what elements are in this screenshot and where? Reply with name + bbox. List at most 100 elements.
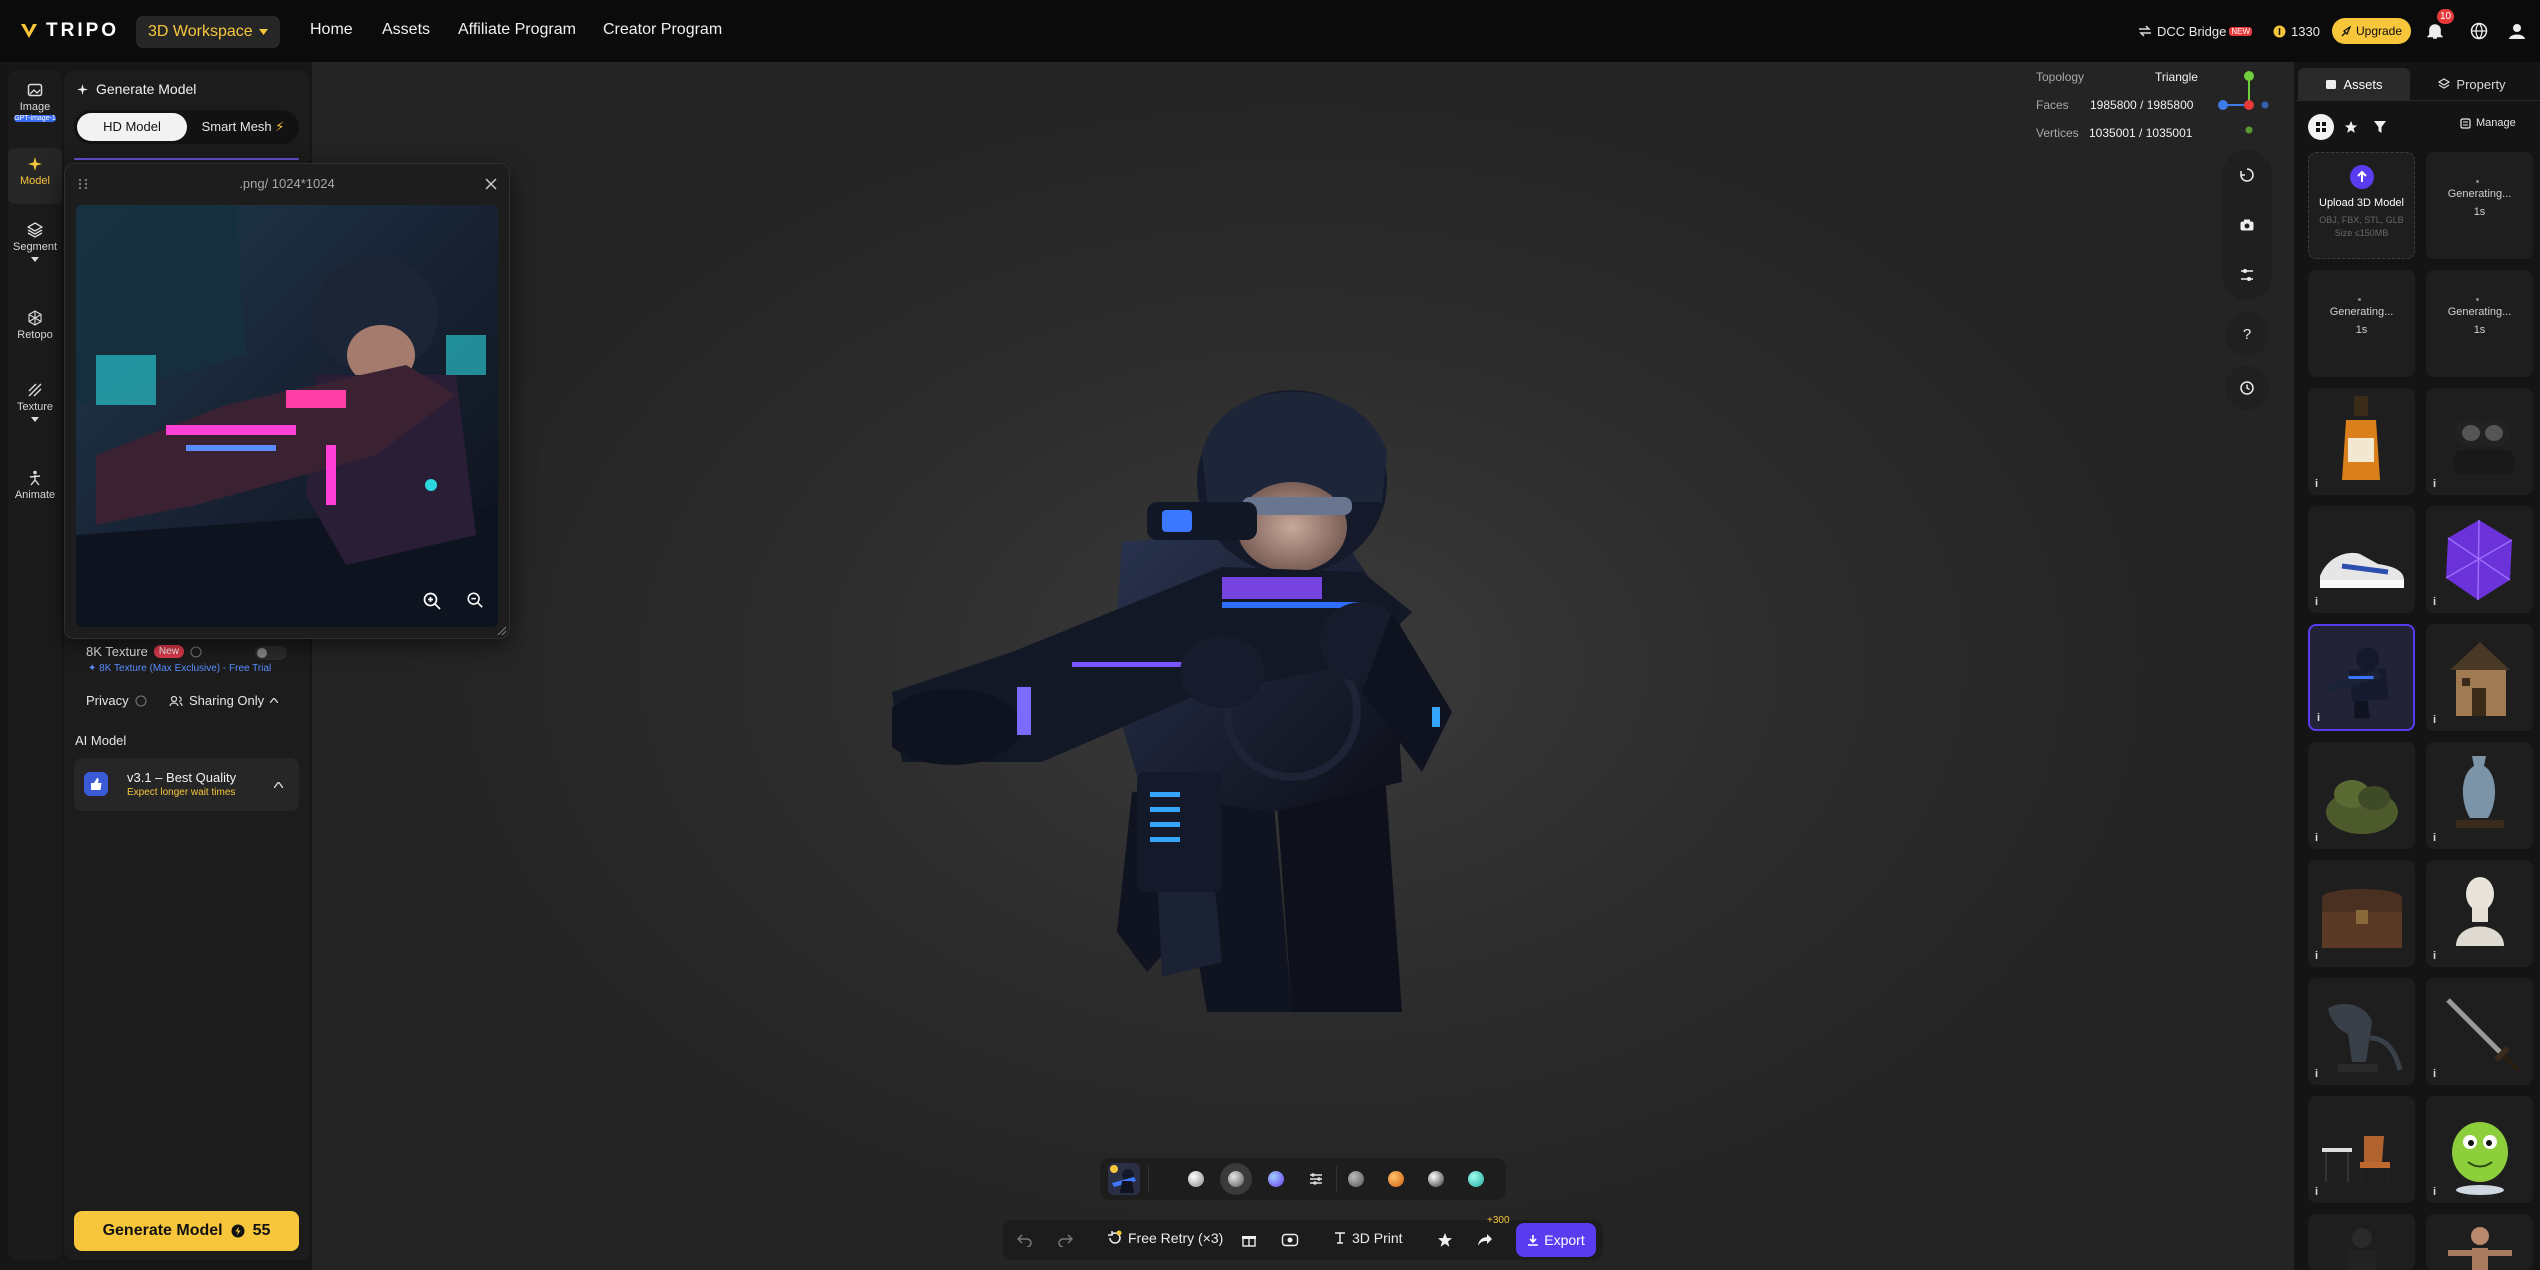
- 3d-model-render[interactable]: [892, 312, 1612, 1012]
- ar-view-icon[interactable]: [1281, 1232, 1299, 1248]
- info-icon[interactable]: i: [2433, 478, 2436, 490]
- asset-medieval-house[interactable]: i: [2426, 624, 2533, 731]
- generating-tile[interactable]: Generating... 1s: [2308, 270, 2415, 377]
- history-button[interactable]: [2225, 366, 2269, 410]
- asset-xenomorph-figure[interactable]: i: [2308, 978, 2415, 1085]
- free-retry-button[interactable]: Free Retry (×3): [1107, 1230, 1223, 1246]
- info-icon[interactable]: i: [2317, 712, 2320, 724]
- info-icon[interactable]: i: [2315, 832, 2318, 844]
- reference-thumbnail[interactable]: [1108, 1163, 1140, 1195]
- manage-button[interactable]: Manage: [2460, 117, 2516, 129]
- asset-treasure-chest[interactable]: i: [2308, 860, 2415, 967]
- credits-display[interactable]: 1330: [2273, 0, 2320, 62]
- light-preset-orange[interactable]: [1388, 1171, 1404, 1187]
- share-icon[interactable]: [1477, 1233, 1493, 1247]
- tab-assets[interactable]: Assets: [2298, 68, 2410, 100]
- close-icon[interactable]: [485, 178, 497, 190]
- nav-affiliate-program[interactable]: Affiliate Program: [458, 21, 576, 39]
- asset-figure-skin[interactable]: [2426, 1214, 2533, 1270]
- divider: [1148, 1166, 1149, 1192]
- asset-earbuds-case[interactable]: i: [2426, 388, 2533, 495]
- rail-animate[interactable]: Animate: [8, 470, 62, 501]
- generating-tile[interactable]: Generating... 1s: [2426, 270, 2533, 377]
- light-preset-gray[interactable]: [1348, 1171, 1364, 1187]
- rail-image[interactable]: Image GPT-image-1: [8, 82, 62, 122]
- privacy-label: Privacy: [86, 693, 129, 708]
- upgrade-button[interactable]: Upgrade: [2332, 18, 2412, 44]
- help-circle-icon[interactable]: [190, 645, 202, 658]
- nav-creator-program[interactable]: Creator Program: [603, 21, 722, 39]
- zoom-in-icon[interactable]: [422, 591, 446, 615]
- account-button[interactable]: [2508, 22, 2526, 40]
- render-normal-button[interactable]: [1268, 1171, 1284, 1187]
- asset-marble-bust[interactable]: i: [2426, 860, 2533, 967]
- info-icon[interactable]: i: [2433, 1068, 2436, 1080]
- info-icon[interactable]: i: [2315, 1068, 2318, 1080]
- 3d-print-button[interactable]: 3D Print: [1333, 1230, 1403, 1246]
- dcc-bridge-link[interactable]: DCC Bridge NEW: [2138, 0, 2253, 62]
- asset-figure-dark[interactable]: [2308, 1214, 2415, 1270]
- star-icon[interactable]: [1437, 1232, 1453, 1248]
- info-icon[interactable]: i: [2315, 478, 2318, 490]
- rail-segment[interactable]: Segment: [8, 222, 62, 262]
- axis-gizmo[interactable]: [2214, 68, 2284, 138]
- info-icon[interactable]: i: [2433, 950, 2436, 962]
- light-preset-teal[interactable]: [1468, 1171, 1484, 1187]
- camera-icon[interactable]: [2239, 217, 2255, 233]
- light-preset-studio[interactable]: [1428, 1171, 1444, 1187]
- undo-icon[interactable]: [1017, 1233, 1033, 1247]
- render-clay-button[interactable]: [1188, 1171, 1204, 1187]
- info-icon[interactable]: i: [2315, 950, 2318, 962]
- help-circle-icon[interactable]: [135, 694, 147, 707]
- generate-model-button[interactable]: Generate Model 55: [74, 1211, 299, 1251]
- nav-home[interactable]: Home: [310, 21, 353, 39]
- info-icon[interactable]: i: [2433, 714, 2436, 726]
- asset-sneaker[interactable]: i: [2308, 506, 2415, 613]
- help-button[interactable]: ?: [2225, 312, 2269, 356]
- asset-sword[interactable]: i: [2426, 978, 2533, 1085]
- grid-view-button[interactable]: [2308, 114, 2334, 140]
- zoom-out-icon[interactable]: [466, 591, 490, 615]
- info-icon[interactable]: i: [2315, 596, 2318, 608]
- rail-model[interactable]: Model: [8, 156, 62, 187]
- asset-armored-soldier[interactable]: i: [2308, 624, 2415, 731]
- workspace-dropdown[interactable]: 3D Workspace: [136, 16, 280, 48]
- smart-mesh-option[interactable]: Smart Mesh ⚡: [190, 113, 296, 141]
- tripo-logo[interactable]: TRIPO: [20, 20, 119, 42]
- info-icon[interactable]: i: [2433, 832, 2436, 844]
- info-icon[interactable]: i: [2315, 1186, 2318, 1198]
- hd-model-option[interactable]: HD Model: [77, 113, 187, 141]
- tab-property[interactable]: Property: [2416, 68, 2528, 100]
- asset-mossy-rock[interactable]: i: [2308, 742, 2415, 849]
- export-button[interactable]: Export: [1516, 1223, 1596, 1257]
- sharing-dropdown[interactable]: Sharing Only: [169, 693, 279, 708]
- asset-green-creature[interactable]: i: [2426, 1096, 2533, 1203]
- asset-whisky-bottle[interactable]: i: [2308, 388, 2415, 495]
- manage-icon: [2460, 117, 2471, 129]
- asset-chair-and-table[interactable]: i: [2308, 1096, 2415, 1203]
- redo-icon[interactable]: [1057, 1233, 1073, 1247]
- ai-model-selector[interactable]: v3.1 – Best Quality Expect longer wait t…: [74, 758, 299, 811]
- rail-retopo[interactable]: Retopo: [8, 310, 62, 341]
- reset-view-icon[interactable]: [2239, 167, 2255, 183]
- asset-purple-crystal[interactable]: i: [2426, 506, 2533, 613]
- upload-3d-model-tile[interactable]: Upload 3D Model OBJ, FBX, STL, GLB Size …: [2308, 152, 2415, 259]
- favorites-star-icon[interactable]: [2344, 120, 2358, 134]
- tab-assets-label: Assets: [2343, 76, 2383, 92]
- generating-tile[interactable]: Generating... 1s: [2426, 152, 2533, 259]
- adjust-sliders-icon[interactable]: [1308, 1171, 1324, 1187]
- texture-8k-toggle[interactable]: [255, 646, 287, 660]
- info-icon[interactable]: i: [2433, 1186, 2436, 1198]
- settings-sliders-icon[interactable]: [2239, 267, 2255, 283]
- 3d-viewport[interactable]: Topology Triangle Faces 1985800 / 198580…: [312, 62, 2294, 1270]
- rail-texture[interactable]: Texture: [8, 382, 62, 422]
- asset-ceramic-vase[interactable]: i: [2426, 742, 2533, 849]
- nav-assets[interactable]: Assets: [382, 21, 430, 39]
- language-button[interactable]: [2470, 22, 2488, 40]
- filter-icon[interactable]: [2373, 120, 2387, 134]
- info-icon[interactable]: i: [2433, 596, 2436, 608]
- gift-icon[interactable]: [1241, 1232, 1257, 1248]
- render-matcap-button[interactable]: [1228, 1171, 1244, 1187]
- resize-handle-icon[interactable]: [497, 626, 507, 636]
- notifications-button[interactable]: 10: [2427, 9, 2454, 40]
